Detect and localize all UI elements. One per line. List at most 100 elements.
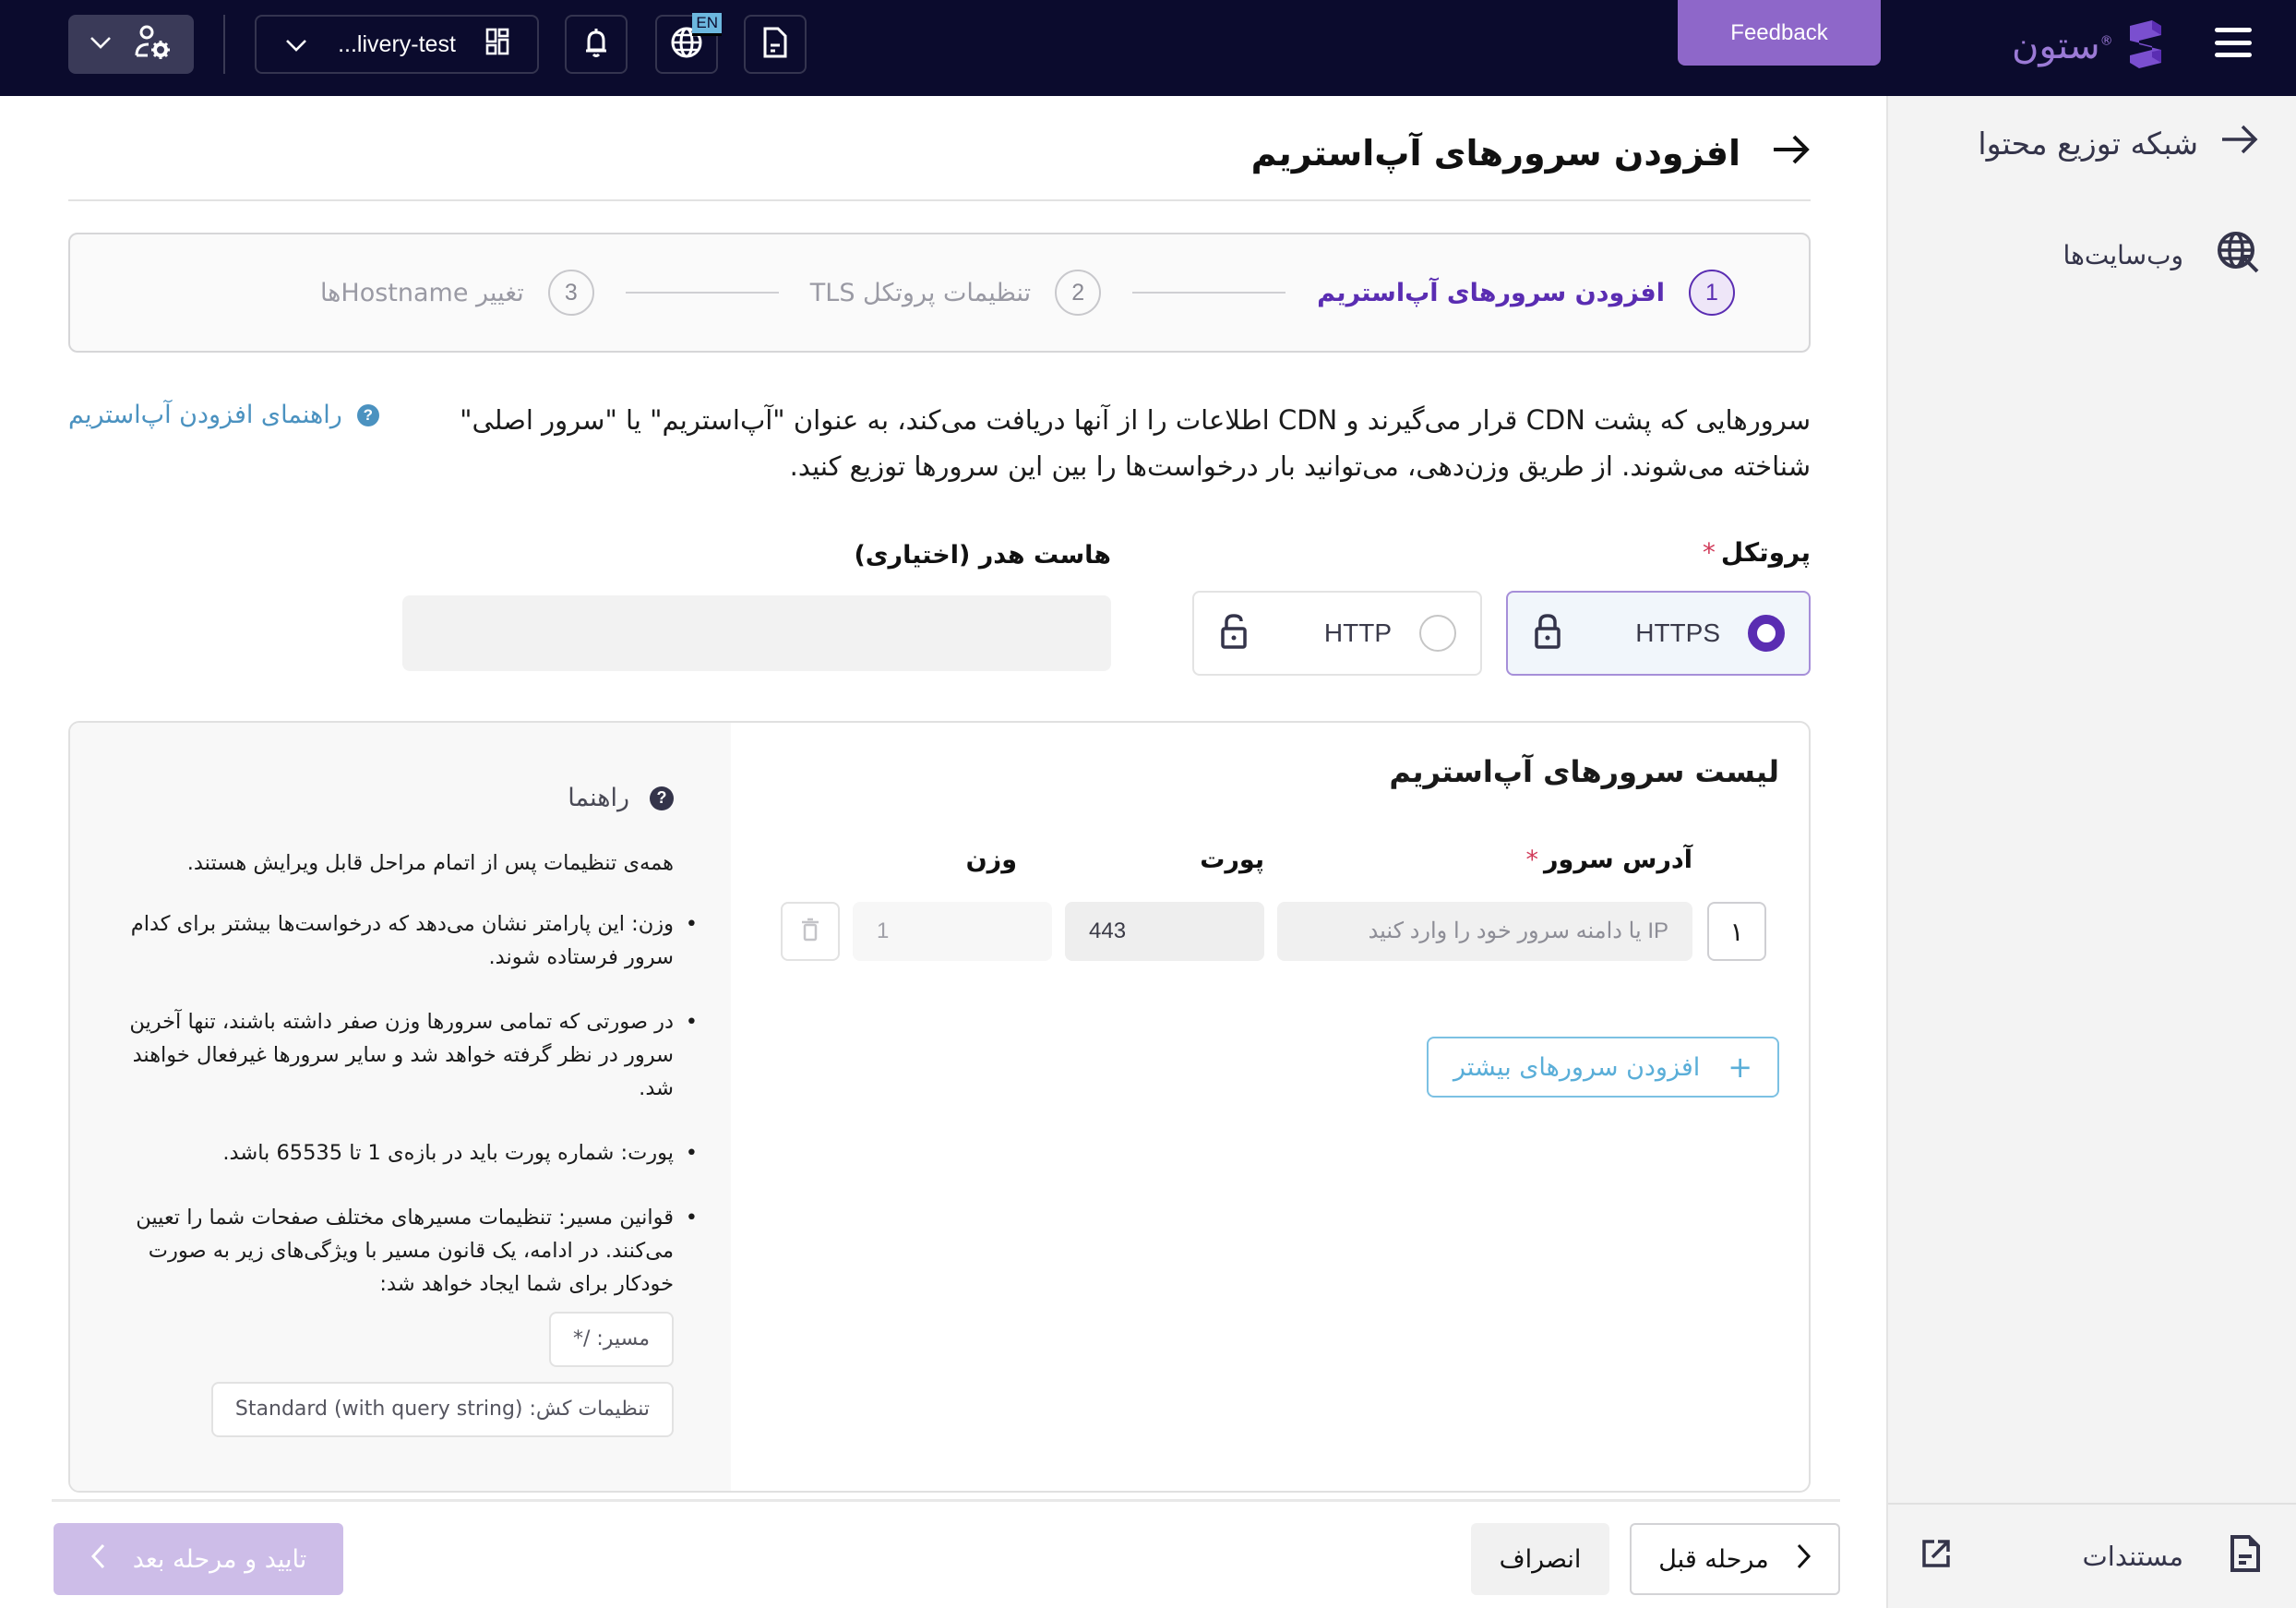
registered-mark: ® (2099, 33, 2113, 49)
docs-label: مستندات (2082, 1541, 2184, 1572)
help-bullet: پورت: شماره پورت باید در بازه‌ی 1 تا 655… (129, 1136, 698, 1170)
help-body: همه‌ی تنظیمات پس از اتمام مراحل قابل ویر… (129, 846, 698, 1452)
lock-closed-icon (1534, 613, 1561, 654)
sidebar-back-link[interactable]: شبکه توزیع محتوا (1978, 124, 2259, 162)
main-content: افزودن سرورهای آپ‌استریم 1 افزودن سرورها… (0, 96, 1886, 1608)
help-icon: ? (650, 786, 674, 810)
host-header-input[interactable] (402, 595, 1111, 671)
step-label: افزودن سرورهای آپ‌استریم (1317, 278, 1665, 307)
protocol-option-https[interactable]: HTTPS (1506, 591, 1811, 676)
document-icon (762, 26, 788, 63)
help-bullet: وزن: این پارامتر نشان می‌دهد که درخواست‌… (129, 907, 698, 974)
protocol-label-text: پروتکل (1720, 537, 1811, 568)
server-address-input[interactable] (1277, 902, 1692, 961)
radio-https[interactable] (1748, 615, 1785, 652)
step-connector (1132, 292, 1286, 294)
port-input[interactable] (1065, 902, 1264, 961)
sidebar: شبکه توزیع محتوا وب‌سایت‌ها مستندات (1886, 96, 2296, 1608)
route-path-chip: مسیر: /* (548, 1312, 674, 1367)
upstream-guide-link[interactable]: ? راهنمای افزودن آپ‌استریم (68, 401, 379, 429)
chevron-down-icon (89, 35, 113, 54)
guide-link-label: راهنمای افزودن آپ‌استریم (68, 401, 342, 429)
sidebar-item-websites[interactable]: وب‌سایت‌ها (2063, 231, 2259, 280)
step-number: 2 (1055, 270, 1102, 316)
footer-divider (52, 1499, 1840, 1502)
help-title: ? راهنما (568, 784, 674, 812)
site-selector-value: ...livery-test (338, 30, 456, 57)
step-1: 1 افزودن سرورهای آپ‌استریم (1317, 270, 1735, 316)
protocol-label: پروتکل* (1703, 537, 1811, 568)
docs-button[interactable] (744, 15, 807, 74)
cache-settings-chip: تنظیمات کش: Standard (with query string) (210, 1382, 674, 1437)
help-title-text: راهنما (568, 784, 629, 812)
next-step-label: تایید و مرحله بعد (132, 1544, 307, 1574)
protocol-option-label: HTTPS (1635, 618, 1720, 647)
confirm-next-button[interactable]: تایید و مرحله بعد (54, 1523, 343, 1595)
sidebar-item-label: وب‌سایت‌ها (2063, 240, 2183, 270)
language-badge: EN (692, 13, 722, 36)
user-settings-button[interactable] (68, 15, 194, 74)
document-icon (2230, 1534, 2261, 1579)
protocol-option-http[interactable]: HTTP (1192, 591, 1482, 676)
add-more-servers-button[interactable]: + افزودن سرورهای بیشتر (1427, 1037, 1779, 1098)
column-address-label: آدرس سرور (1544, 846, 1692, 874)
previous-step-button[interactable]: مرحله قبل (1630, 1523, 1840, 1595)
step-label: تغییر Hostnameها (319, 278, 524, 307)
upstream-card: ? راهنما همه‌ی تنظیمات پس از اتمام مراحل… (68, 721, 1811, 1493)
globe-cursor-icon (2217, 231, 2259, 280)
step-3: 3 تغییر Hostnameها (320, 270, 594, 316)
arrow-right-icon (2220, 124, 2259, 162)
radio-http[interactable] (1419, 615, 1456, 652)
help-intro: همه‌ی تنظیمات پس از اتمام مراحل قابل ویر… (186, 851, 674, 875)
chevron-down-icon (284, 31, 308, 58)
upstream-list: لیست سرورهای آپ‌استریم آدرس سرور* پورت و… (731, 723, 1809, 1491)
page-title: افزودن سرورهای آپ‌استریم (1250, 133, 1740, 174)
brand-name: ®ستون (2012, 25, 2113, 67)
brand-logo[interactable]: ®ستون (2012, 18, 2163, 74)
help-bullet: در صورتی که تمامی سرورها وزن صفر داشته ب… (129, 1005, 698, 1105)
row-index: ۱ (1707, 902, 1766, 961)
chevron-left-icon (90, 1542, 107, 1577)
protocol-option-label: HTTP (1323, 618, 1392, 647)
bell-icon (583, 26, 609, 63)
plus-icon: + (1728, 1050, 1753, 1085)
trash-icon (800, 917, 820, 946)
stepper: 1 افزودن سرورهای آپ‌استریم 2 تنظیمات پرو… (68, 233, 1811, 353)
host-header-label: هاست هدر (اختیاری) (854, 541, 1111, 570)
step-number: 3 (547, 270, 594, 316)
page-description: سرورهایی که پشت CDN قرار می‌گیرند و CDN … (460, 404, 1811, 482)
step-connector (625, 292, 779, 294)
help-bullet: قوانین مسیر: تنظیمات مسیرهای مختلف صفحات… (129, 1201, 698, 1301)
sidebar-back-label: شبکه توزیع محتوا (1978, 125, 2198, 162)
top-bar: ...livery-test EN Feedback ®ستون (0, 0, 2296, 96)
chevron-right-icon (1795, 1542, 1812, 1577)
page-title-row: افزودن سرورهای آپ‌استریم (1251, 133, 1811, 174)
upstream-list-title: لیست سرورهای آپ‌استریم (1389, 754, 1779, 789)
back-arrow-icon[interactable] (1772, 133, 1811, 174)
help-panel: ? راهنما همه‌ی تنظیمات پس از اتمام مراحل… (70, 723, 731, 1491)
step-label: تنظیمات پروتکل TLS (809, 278, 1032, 307)
previous-step-label: مرحله قبل (1658, 1544, 1769, 1574)
add-more-label: افزودن سرورهای بیشتر (1453, 1052, 1701, 1082)
column-port: پورت (1200, 846, 1264, 874)
step-2: 2 تنظیمات پروتکل TLS (809, 270, 1102, 316)
brand-name-text: ستون (2012, 25, 2100, 67)
language-button[interactable]: EN (655, 13, 722, 74)
required-mark: * (1525, 846, 1539, 874)
required-mark: * (1702, 537, 1716, 568)
help-icon: ? (356, 403, 379, 426)
grid-icon (485, 28, 509, 61)
delete-row-button[interactable] (781, 902, 840, 961)
toolbar-divider (223, 15, 225, 74)
cancel-button[interactable]: انصراف (1471, 1523, 1609, 1595)
user-gear-icon (133, 24, 173, 65)
site-selector[interactable]: ...livery-test (255, 15, 539, 74)
step-number: 1 (1689, 270, 1735, 316)
sidebar-docs-link[interactable]: مستندات (1888, 1503, 2296, 1608)
weight-input[interactable] (853, 902, 1052, 961)
hamburger-icon[interactable] (2215, 28, 2252, 57)
feedback-button[interactable]: Feedback (1678, 0, 1881, 66)
notifications-button[interactable] (565, 15, 628, 74)
external-link-icon (1921, 1539, 1951, 1575)
column-weight: وزن (965, 846, 1017, 874)
